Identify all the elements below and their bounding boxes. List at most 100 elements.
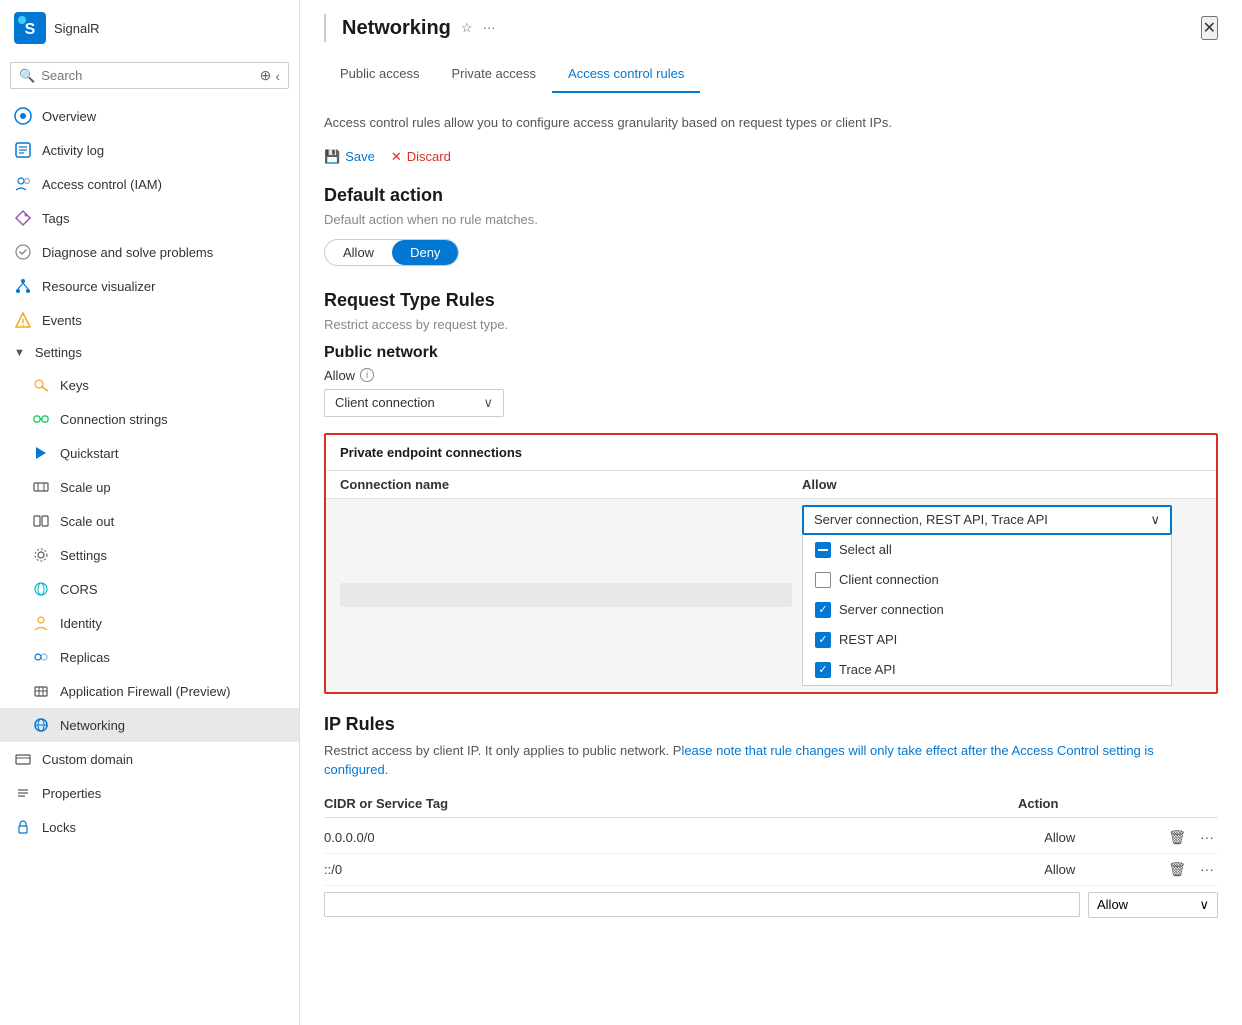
check-icon: ✓ bbox=[818, 603, 827, 616]
activity-log-label: Activity log bbox=[42, 143, 104, 158]
tab-bar: Public access Private access Access cont… bbox=[300, 56, 1242, 93]
dropdown-item-select-all[interactable]: Select all bbox=[803, 535, 1171, 565]
allow-dropdown[interactable]: Server connection, REST API, Trace API ∨ bbox=[802, 505, 1172, 535]
connection-name-header: Connection name bbox=[340, 477, 802, 492]
allow-info-icon[interactable]: i bbox=[360, 368, 374, 382]
sidebar-item-scale-up[interactable]: Scale up bbox=[0, 470, 299, 504]
rest-api-checkbox[interactable]: ✓ bbox=[815, 632, 831, 648]
save-button[interactable]: 💾 Save bbox=[324, 149, 375, 165]
allow-label: Allow i bbox=[324, 368, 1218, 383]
sidebar-item-replicas[interactable]: Replicas bbox=[0, 640, 299, 674]
add-cidr-input[interactable] bbox=[324, 892, 1080, 917]
cors-icon bbox=[32, 580, 50, 598]
sidebar-item-scale-out[interactable]: Scale out bbox=[0, 504, 299, 538]
client-connection-checkbox[interactable] bbox=[815, 572, 831, 588]
replicas-icon bbox=[32, 648, 50, 666]
server-connection-checkbox[interactable]: ✓ bbox=[815, 602, 831, 618]
sidebar-item-events[interactable]: Events bbox=[0, 303, 299, 337]
private-endpoint-header: Private endpoint connections bbox=[326, 435, 1216, 471]
replicas-label: Replicas bbox=[60, 650, 110, 665]
dropdown-menu: Select all Client connection ✓ Server c bbox=[802, 535, 1172, 686]
trace-api-checkbox[interactable]: ✓ bbox=[815, 662, 831, 678]
dropdown-item-server-connection[interactable]: ✓ Server connection bbox=[803, 595, 1171, 625]
more-row-2-button[interactable]: ··· bbox=[1196, 859, 1218, 879]
sidebar-item-properties[interactable]: Properties bbox=[0, 776, 299, 810]
tab-public-access[interactable]: Public access bbox=[324, 56, 435, 93]
properties-icon bbox=[14, 784, 32, 802]
overview-icon bbox=[14, 107, 32, 125]
custom-domain-label: Custom domain bbox=[42, 752, 133, 767]
close-button[interactable]: ✕ bbox=[1201, 16, 1218, 40]
sidebar-item-keys[interactable]: Keys bbox=[0, 368, 299, 402]
sidebar-item-quickstart[interactable]: Quickstart bbox=[0, 436, 299, 470]
identity-label: Identity bbox=[60, 616, 102, 631]
sidebar-item-cors[interactable]: CORS bbox=[0, 572, 299, 606]
sidebar-item-iam[interactable]: Access control (IAM) bbox=[0, 167, 299, 201]
add-ip-row: Allow ∨ bbox=[324, 892, 1218, 918]
tab-private-access[interactable]: Private access bbox=[435, 56, 552, 93]
properties-label: Properties bbox=[42, 786, 101, 801]
sidebar-item-networking[interactable]: Networking bbox=[0, 708, 299, 742]
ip-row-1: 0.0.0.0/0 Allow 🗑 ··· bbox=[324, 822, 1218, 854]
connection-strings-icon bbox=[32, 410, 50, 428]
svg-text:S: S bbox=[25, 21, 36, 38]
tags-icon bbox=[14, 209, 32, 227]
sidebar: S SignalR 🔍 ⊕ ‹ Overview Activity log Ac… bbox=[0, 0, 300, 1025]
tab-access-control-rules[interactable]: Access control rules bbox=[552, 56, 700, 93]
toggle-allow[interactable]: Allow bbox=[325, 240, 392, 265]
page-header: Networking ☆ ··· ✕ bbox=[300, 0, 1242, 57]
firewall-icon bbox=[32, 682, 50, 700]
scale-out-label: Scale out bbox=[60, 514, 114, 529]
sidebar-item-app-firewall[interactable]: Application Firewall (Preview) bbox=[0, 674, 299, 708]
search-bar[interactable]: 🔍 ⊕ ‹ bbox=[10, 62, 289, 89]
dropdown-item-rest-api[interactable]: ✓ REST API bbox=[803, 625, 1171, 655]
allow-deny-toggle[interactable]: Allow Deny bbox=[324, 239, 459, 266]
check-icon: ✓ bbox=[818, 663, 827, 676]
select-all-checkbox[interactable] bbox=[815, 542, 831, 558]
main-content: Access control rules allow you to config… bbox=[300, 93, 1242, 1025]
delete-row-1-button[interactable]: 🗑 bbox=[1164, 827, 1190, 848]
sidebar-item-tags[interactable]: Tags bbox=[0, 201, 299, 235]
toggle-deny[interactable]: Deny bbox=[392, 240, 458, 265]
search-icon: 🔍 bbox=[19, 68, 35, 84]
settings-section-label: Settings bbox=[35, 345, 82, 360]
visualizer-label: Resource visualizer bbox=[42, 279, 155, 294]
collapse-icon[interactable]: ‹ bbox=[275, 68, 280, 84]
visualizer-icon bbox=[14, 277, 32, 295]
sidebar-item-diagnose[interactable]: Diagnose and solve problems bbox=[0, 235, 299, 269]
keys-icon bbox=[32, 376, 50, 394]
client-connection-dropdown[interactable]: Client connection ∨ bbox=[324, 389, 504, 417]
signalr-logo: S bbox=[14, 12, 46, 44]
pin-icon[interactable]: ⊕ bbox=[260, 67, 272, 84]
more-row-1-button[interactable]: ··· bbox=[1196, 827, 1218, 847]
settings-section[interactable]: ▼ Settings bbox=[0, 337, 299, 368]
ip-rules-link[interactable]: lease note that rule changes will only t… bbox=[324, 743, 1154, 778]
add-action-dropdown[interactable]: Allow ∨ bbox=[1088, 892, 1218, 918]
dropdown-item-trace-api[interactable]: ✓ Trace API bbox=[803, 655, 1171, 685]
dropdown-chevron: ∨ bbox=[483, 395, 493, 411]
sidebar-item-activity-log[interactable]: Activity log bbox=[0, 133, 299, 167]
discard-button[interactable]: ✕ Discard bbox=[391, 149, 451, 165]
more-icon[interactable]: ··· bbox=[483, 20, 496, 36]
dropdown-item-client-connection[interactable]: Client connection bbox=[803, 565, 1171, 595]
ip-table-header: CIDR or Service Tag Action bbox=[324, 790, 1218, 818]
quickstart-label: Quickstart bbox=[60, 446, 119, 461]
chevron-icon: ▼ bbox=[14, 347, 25, 359]
sidebar-item-connection-strings[interactable]: Connection strings bbox=[0, 402, 299, 436]
sidebar-item-custom-domain[interactable]: Custom domain bbox=[0, 742, 299, 776]
delete-row-2-button[interactable]: 🗑 bbox=[1164, 859, 1190, 880]
sidebar-controls: ⊕ ‹ bbox=[260, 67, 280, 84]
events-icon bbox=[14, 311, 32, 329]
favorite-icon[interactable]: ☆ bbox=[461, 20, 473, 36]
ip-rules-description: Restrict access by client IP. It only ap… bbox=[324, 741, 1218, 780]
activity-log-icon bbox=[14, 141, 32, 159]
sidebar-item-locks[interactable]: Locks bbox=[0, 810, 299, 844]
search-input[interactable] bbox=[41, 68, 253, 83]
sidebar-item-settings[interactable]: Settings bbox=[0, 538, 299, 572]
sidebar-item-identity[interactable]: Identity bbox=[0, 606, 299, 640]
scale-up-icon bbox=[32, 478, 50, 496]
ip-row-1-actions: 🗑 ··· bbox=[1164, 827, 1218, 848]
scale-out-icon bbox=[32, 512, 50, 530]
sidebar-item-resource-visualizer[interactable]: Resource visualizer bbox=[0, 269, 299, 303]
sidebar-item-overview[interactable]: Overview bbox=[0, 99, 299, 133]
